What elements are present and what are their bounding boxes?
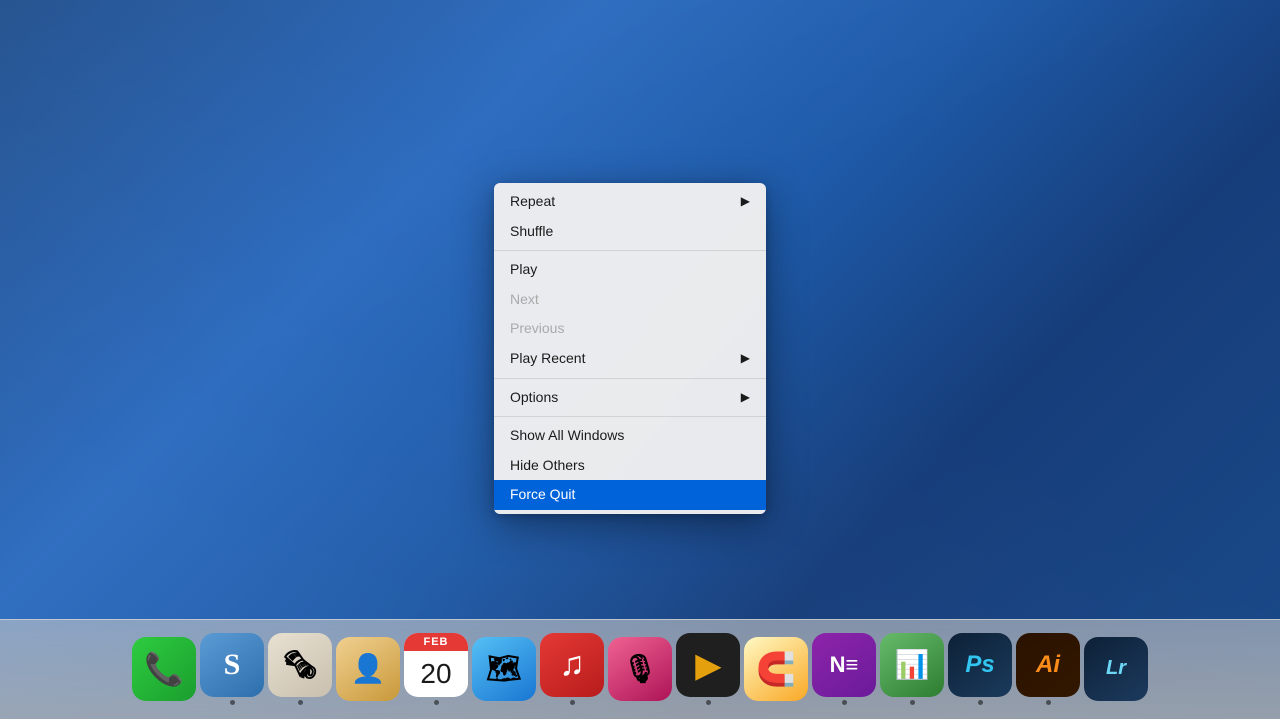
podcasts-icon: 🎙 (608, 637, 672, 701)
dock-dot-calendar (434, 700, 439, 705)
dock-item-illustrator[interactable]: Ai (1016, 633, 1080, 705)
dock-item-plex[interactable]: ▶ (676, 633, 740, 705)
menu-item-repeat[interactable]: Repeat ▶ (494, 187, 766, 217)
menu-item-force-quit-label: Force Quit (510, 485, 575, 505)
menu-item-shuffle-label: Shuffle (510, 222, 553, 242)
repeat-submenu-arrow: ▶ (741, 193, 750, 210)
menu-item-options[interactable]: Options ▶ (494, 383, 766, 413)
dock-dot-plex (706, 700, 711, 705)
menu-item-previous: Previous (494, 314, 766, 344)
play-recent-submenu-arrow: ▶ (741, 350, 750, 367)
onenote-icon: N≡ (812, 633, 876, 697)
menu-section-playback: Play Next Previous Play Recent ▶ (494, 251, 766, 378)
dock-item-podcasts[interactable]: 🎙 (608, 637, 672, 701)
calendar-month-label: FEB (404, 633, 468, 651)
context-menu: Repeat ▶ Shuffle Play Next Previous Play… (494, 183, 766, 514)
menu-item-show-all-windows-label: Show All Windows (510, 426, 624, 446)
plex-icon: ▶ (676, 633, 740, 697)
dock: 📞 S 🗞 👤 FEB 20 (0, 619, 1280, 719)
phone-icon: 📞 (132, 637, 196, 701)
music-icon: ♫ (540, 633, 604, 697)
dock-item-contacts[interactable]: 👤 (336, 637, 400, 701)
dock-dot-numbers (910, 700, 915, 705)
menu-section-window: Show All Windows Hide Others Force Quit (494, 417, 766, 514)
numbers-icon: 📊 (880, 633, 944, 697)
menu-item-options-label: Options (510, 388, 558, 408)
maps-icon: 🗺 (472, 637, 536, 701)
menu-section-repeat-shuffle: Repeat ▶ Shuffle (494, 183, 766, 251)
dock-item-photoshop[interactable]: Ps (948, 633, 1012, 705)
menu-item-play[interactable]: Play (494, 255, 766, 285)
menu-item-play-label: Play (510, 260, 537, 280)
dock-item-music[interactable]: ♫ (540, 633, 604, 705)
desktop: Repeat ▶ Shuffle Play Next Previous Play… (0, 0, 1280, 719)
skitch-icon: S (200, 633, 264, 697)
contacts-icon: 👤 (336, 637, 400, 701)
calendar-icon: FEB 20 (404, 633, 468, 697)
calendar-day-label: 20 (420, 651, 451, 697)
dock-item-onenote[interactable]: N≡ (812, 633, 876, 705)
sparklyr-icon: 🧲 (744, 637, 808, 701)
papers-icon: 🗞 (268, 633, 332, 697)
options-submenu-arrow: ▶ (741, 389, 750, 406)
lightroom-icon: Lr (1084, 637, 1148, 701)
menu-item-next-label: Next (510, 290, 539, 310)
menu-item-show-all-windows[interactable]: Show All Windows (494, 421, 766, 451)
photoshop-icon: Ps (948, 633, 1012, 697)
menu-section-options: Options ▶ (494, 379, 766, 418)
dock-item-maps[interactable]: 🗺 (472, 637, 536, 701)
dock-dot-skitch (230, 700, 235, 705)
dock-item-lightroom[interactable]: Lr (1084, 637, 1148, 701)
dock-dot-onenote (842, 700, 847, 705)
menu-item-previous-label: Previous (510, 319, 564, 339)
menu-item-hide-others-label: Hide Others (510, 456, 585, 476)
dock-item-calendar[interactable]: FEB 20 (404, 633, 468, 705)
dock-item-skitch[interactable]: S (200, 633, 264, 705)
menu-item-hide-others[interactable]: Hide Others (494, 451, 766, 481)
menu-item-shuffle[interactable]: Shuffle (494, 217, 766, 247)
menu-item-force-quit[interactable]: Force Quit (494, 480, 766, 510)
dock-item-sparklyr[interactable]: 🧲 (744, 637, 808, 701)
dock-dot-papers (298, 700, 303, 705)
menu-item-play-recent[interactable]: Play Recent ▶ (494, 344, 766, 374)
menu-item-repeat-label: Repeat (510, 192, 555, 212)
dock-dot-music (570, 700, 575, 705)
dock-dot-photoshop (978, 700, 983, 705)
dock-item-phone[interactable]: 📞 (132, 637, 196, 701)
menu-item-next: Next (494, 285, 766, 315)
dock-item-numbers[interactable]: 📊 (880, 633, 944, 705)
menu-item-play-recent-label: Play Recent (510, 349, 585, 369)
illustrator-icon: Ai (1016, 633, 1080, 697)
dock-item-papers[interactable]: 🗞 (268, 633, 332, 705)
dock-dot-illustrator (1046, 700, 1051, 705)
